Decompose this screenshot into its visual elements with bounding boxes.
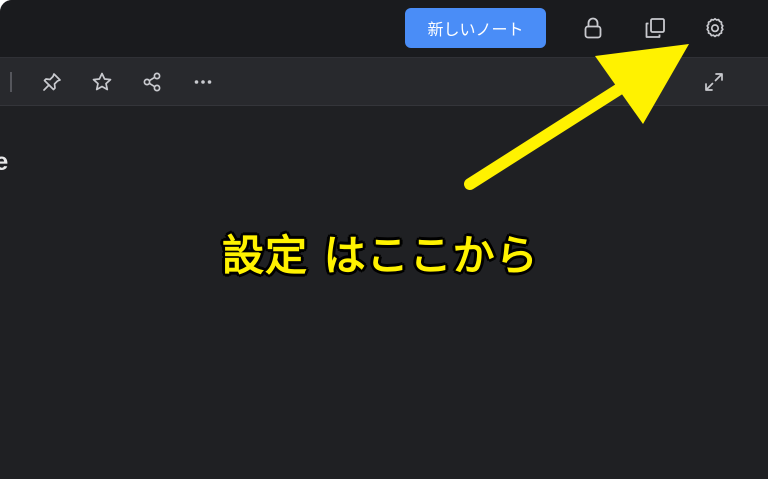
toolbar-divider — [10, 72, 12, 92]
share-icon[interactable] — [138, 68, 166, 96]
pin-icon[interactable] — [38, 68, 66, 96]
note-toolbar — [0, 58, 768, 106]
duplicate-icon[interactable] — [641, 14, 669, 42]
new-note-button[interactable]: 新しいノート — [405, 8, 546, 48]
gear-icon[interactable] — [701, 14, 729, 42]
app-window: 新しいノート e — [0, 0, 768, 479]
note-title[interactable]: te — [0, 148, 8, 177]
top-bar: 新しいノート — [0, 0, 768, 58]
expand-icon[interactable] — [700, 68, 728, 96]
star-icon[interactable] — [88, 68, 116, 96]
lock-icon[interactable] — [579, 14, 607, 42]
note-content[interactable]: te — [0, 106, 768, 479]
more-icon[interactable] — [189, 68, 217, 96]
